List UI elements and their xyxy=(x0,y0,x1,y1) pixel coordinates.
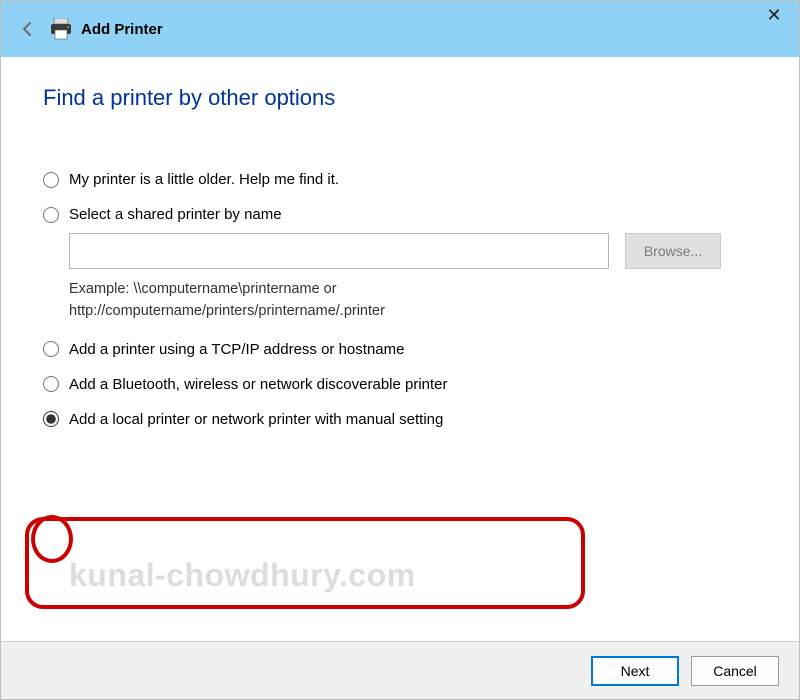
add-printer-wizard: Add Printer ✕ Find a printer by other op… xyxy=(0,0,800,700)
annotation-highlight-box xyxy=(25,517,585,609)
option-tcpip[interactable]: Add a printer using a TCP/IP address or … xyxy=(43,341,757,358)
page-heading: Find a printer by other options xyxy=(43,85,757,111)
browse-button: Browse... xyxy=(625,233,721,269)
titlebar: Add Printer ✕ xyxy=(1,1,799,57)
radio-older[interactable] xyxy=(43,172,59,188)
shared-printer-name-input[interactable] xyxy=(69,233,609,269)
option-shared-label: Select a shared printer by name xyxy=(69,206,282,223)
dialog-footer: Next Cancel xyxy=(1,641,799,699)
annotation-highlight-circle xyxy=(31,515,73,563)
close-icon: ✕ xyxy=(766,5,781,26)
option-older-label: My printer is a little older. Help me fi… xyxy=(69,171,339,188)
close-button[interactable]: ✕ xyxy=(759,3,789,27)
shared-example-text: Example: \\computername\printername or h… xyxy=(69,279,757,323)
options-group: My printer is a little older. Help me fi… xyxy=(43,171,757,428)
option-older-printer[interactable]: My printer is a little older. Help me fi… xyxy=(43,171,757,188)
next-button[interactable]: Next xyxy=(591,656,679,686)
option-bluetooth[interactable]: Add a Bluetooth, wireless or network dis… xyxy=(43,376,757,393)
radio-tcpip[interactable] xyxy=(43,341,59,357)
radio-bluetooth[interactable] xyxy=(43,376,59,392)
option-tcpip-label: Add a printer using a TCP/IP address or … xyxy=(69,341,404,358)
option-local-label: Add a local printer or network printer w… xyxy=(69,411,443,428)
radio-shared[interactable] xyxy=(43,207,59,223)
shared-example-line1: Example: \\computername\printername or xyxy=(69,279,757,301)
shared-input-row: Browse... xyxy=(69,233,757,269)
content-area: Find a printer by other options My print… xyxy=(1,57,799,641)
shared-example-line2: http://computername/printers/printername… xyxy=(69,301,757,323)
shared-subsection: Browse... Example: \\computername\printe… xyxy=(69,233,757,323)
option-shared-printer[interactable]: Select a shared printer by name xyxy=(43,206,757,223)
cancel-button[interactable]: Cancel xyxy=(691,656,779,686)
window-title: Add Printer xyxy=(81,21,163,38)
back-arrow-icon xyxy=(18,19,38,39)
option-local-manual[interactable]: Add a local printer or network printer w… xyxy=(43,411,757,428)
option-shared-block: Select a shared printer by name Browse..… xyxy=(43,206,757,323)
watermark-text: kunal-chowdhury.com xyxy=(69,557,416,594)
printer-icon xyxy=(49,18,73,40)
radio-local[interactable] xyxy=(43,411,59,427)
back-button[interactable] xyxy=(15,16,41,42)
option-bluetooth-label: Add a Bluetooth, wireless or network dis… xyxy=(69,376,448,393)
